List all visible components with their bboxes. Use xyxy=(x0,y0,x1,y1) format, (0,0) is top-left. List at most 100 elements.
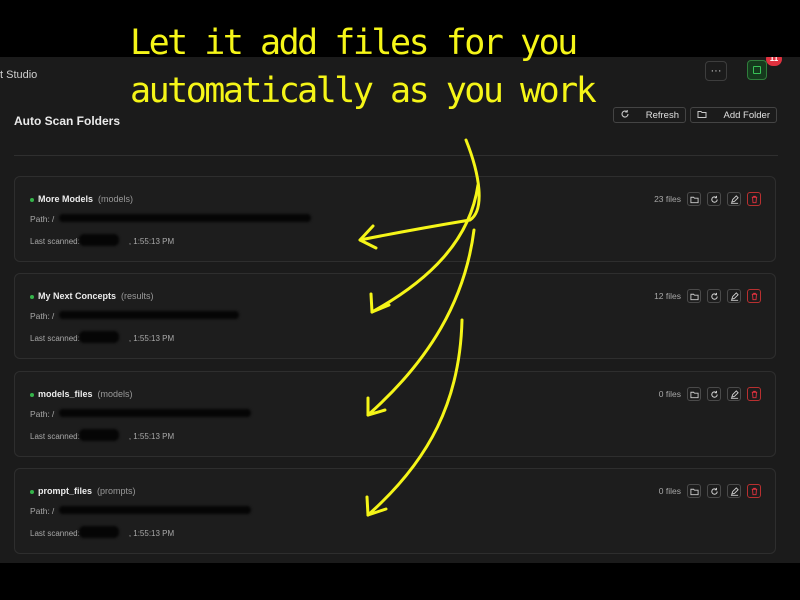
more-menu-button[interactable]: ··· xyxy=(705,61,727,81)
path-label: Path: xyxy=(30,311,50,321)
path-value: / xyxy=(51,311,55,321)
folder-icon xyxy=(689,391,699,398)
rescan-button[interactable] xyxy=(707,387,721,401)
folder-name: models_files xyxy=(38,389,93,399)
path-label: Path: xyxy=(30,506,50,516)
open-folder-button[interactable] xyxy=(687,289,701,303)
app-window: t Studio ··· 11 Auto Scan Folders Refres… xyxy=(0,57,800,563)
last-scanned-time: , 1:55:13 PM xyxy=(128,529,175,538)
folder-path: Path: / xyxy=(30,311,54,321)
folder-name: My Next Concepts xyxy=(38,291,117,301)
edit-button[interactable] xyxy=(727,387,741,401)
delete-button[interactable] xyxy=(747,484,761,498)
status-dot xyxy=(30,198,34,202)
folder-icon xyxy=(689,196,699,203)
folder-path: Path: / xyxy=(30,214,54,224)
last-scanned-label: Last scanned: xyxy=(30,432,80,441)
app-title: t Studio xyxy=(0,69,38,81)
redacted-date xyxy=(79,234,119,246)
path-label: Path: xyxy=(30,409,50,419)
folder-path: Path: / xyxy=(30,506,54,516)
folder-icon xyxy=(689,293,699,300)
pencil-icon xyxy=(730,486,739,496)
annotation-line-2: automatically as you work xyxy=(130,71,597,111)
path-value: / xyxy=(51,506,55,516)
folder-icon xyxy=(689,488,699,495)
header-divider xyxy=(14,155,778,156)
add-folder-button[interactable]: Add Folder xyxy=(690,107,777,123)
redacted-path xyxy=(59,214,311,222)
refresh-icon xyxy=(710,390,718,398)
file-count: 0 files xyxy=(658,486,681,496)
redacted-path xyxy=(59,506,251,514)
last-scanned-time: , 1:55:13 PM xyxy=(128,432,175,441)
notification-button[interactable] xyxy=(747,60,767,80)
notification-badge: 11 xyxy=(766,57,782,66)
refresh-icon xyxy=(710,292,718,300)
file-count: 23 files xyxy=(654,194,681,204)
folder-path: Path: / xyxy=(30,409,54,419)
redacted-path xyxy=(59,311,239,319)
folder-name: prompt_files xyxy=(38,486,93,496)
redacted-date xyxy=(79,331,119,343)
open-folder-button[interactable] xyxy=(687,484,701,498)
folder-icon xyxy=(697,109,707,122)
last-scanned-label: Last scanned: xyxy=(30,237,80,246)
folder-type: (models) xyxy=(98,194,134,204)
folder-card: My Next Concepts (results) Path: / Last sc… xyxy=(14,273,776,359)
status-dot xyxy=(30,490,34,494)
trash-icon xyxy=(751,292,757,300)
trash-icon xyxy=(751,487,757,495)
status-dot xyxy=(30,295,34,299)
status-dot xyxy=(30,393,34,397)
annotation-line-1: Let it add files for you xyxy=(130,23,578,63)
last-scanned-time: , 1:55:13 PM xyxy=(128,334,175,343)
open-folder-button[interactable] xyxy=(687,387,701,401)
open-folder-button[interactable] xyxy=(687,192,701,206)
file-count: 0 files xyxy=(658,389,681,399)
redacted-path xyxy=(59,409,251,417)
redacted-date xyxy=(79,526,119,538)
last-scanned-label: Last scanned: xyxy=(30,529,80,538)
folder-card: models_files (models) Path: / Last scanned… xyxy=(14,371,776,457)
folder-name: More Models xyxy=(38,194,94,204)
last-scanned-label: Last scanned: xyxy=(30,334,80,343)
pencil-icon xyxy=(730,194,739,204)
trash-icon xyxy=(751,195,757,203)
rescan-button[interactable] xyxy=(707,484,721,498)
folder-name-row: models_files (models) xyxy=(38,389,133,399)
edit-button[interactable] xyxy=(727,289,741,303)
folder-name-row: More Models (models) xyxy=(38,194,133,204)
pencil-icon xyxy=(730,389,739,399)
folder-type: (models) xyxy=(97,389,133,399)
last-scanned-time: , 1:55:13 PM xyxy=(128,237,175,246)
folder-card: More Models (models) Path: / Last scanned:… xyxy=(14,176,776,262)
refresh-button[interactable]: Refresh xyxy=(613,107,686,123)
delete-button[interactable] xyxy=(747,387,761,401)
edit-button[interactable] xyxy=(727,192,741,206)
folder-card: prompt_files (prompts) Path: / Last scanne… xyxy=(14,468,776,554)
add-folder-label: Add Folder xyxy=(723,109,770,121)
path-value: / xyxy=(51,409,55,419)
path-label: Path: xyxy=(30,214,50,224)
redacted-date xyxy=(79,429,119,441)
refresh-icon xyxy=(620,109,630,122)
refresh-icon xyxy=(710,487,718,495)
delete-button[interactable] xyxy=(747,289,761,303)
trash-icon xyxy=(751,390,757,398)
folder-type: (results) xyxy=(121,291,154,301)
path-value: / xyxy=(51,214,55,224)
folder-name-row: My Next Concepts (results) xyxy=(38,291,154,301)
delete-button[interactable] xyxy=(747,192,761,206)
pencil-icon xyxy=(730,291,739,301)
rescan-button[interactable] xyxy=(707,289,721,303)
page-title: Auto Scan Folders xyxy=(14,114,121,128)
notification-icon xyxy=(753,66,761,74)
file-count: 12 files xyxy=(654,291,681,301)
refresh-label: Refresh xyxy=(645,109,679,121)
folder-type: (prompts) xyxy=(97,486,136,496)
refresh-icon xyxy=(710,195,718,203)
rescan-button[interactable] xyxy=(707,192,721,206)
folder-name-row: prompt_files (prompts) xyxy=(38,486,136,496)
edit-button[interactable] xyxy=(727,484,741,498)
